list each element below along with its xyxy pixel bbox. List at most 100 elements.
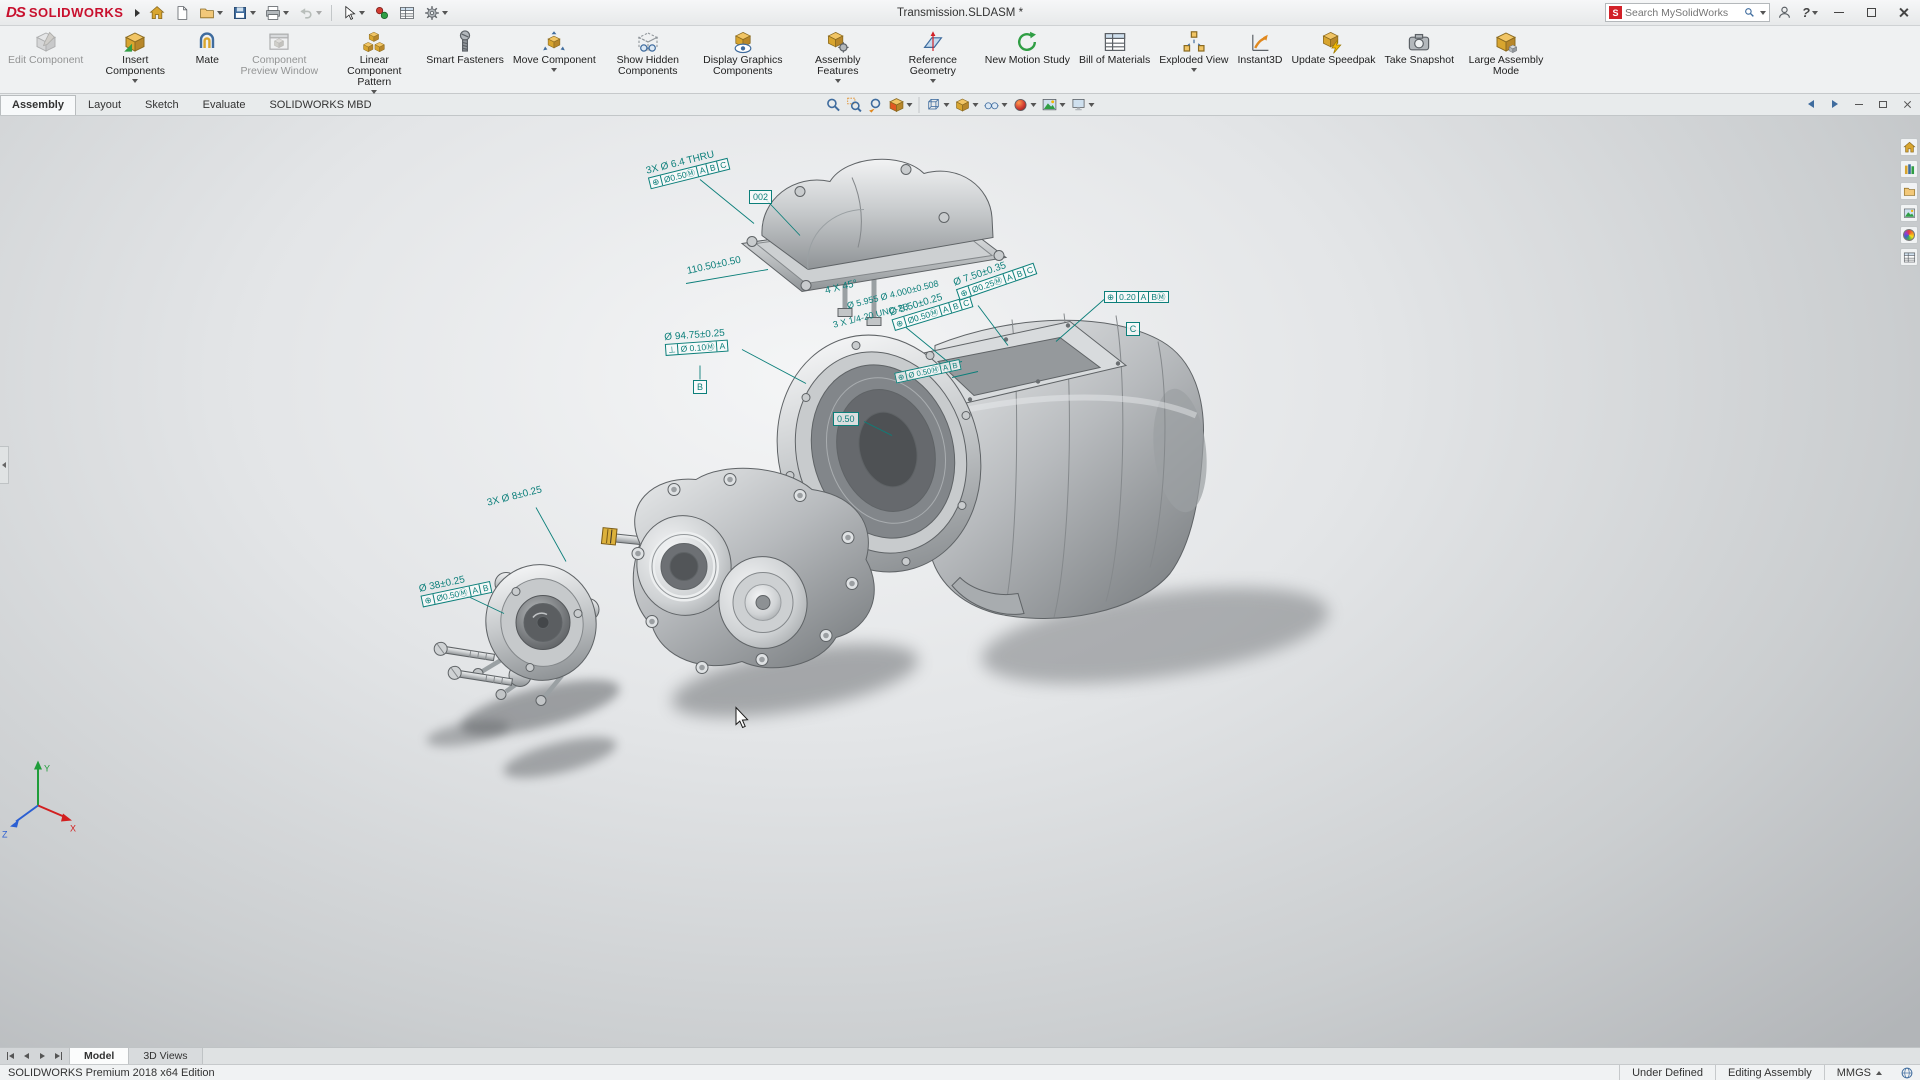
datum-b[interactable]: B (693, 380, 707, 394)
ribbon-smart-fasteners[interactable]: Smart Fasteners (422, 28, 508, 92)
options-dropdown-arrow-icon[interactable] (442, 11, 448, 15)
dropdown-arrow-icon[interactable] (551, 68, 557, 72)
help-button[interactable] (1798, 2, 1822, 24)
first-sheet-button[interactable] (3, 1050, 18, 1063)
doc-close-button[interactable] (1898, 96, 1916, 112)
graphics-viewport[interactable]: Y X Z 3X Ø 6.4 THRU ⊕Ø0.50ⓂABC 002 110.5… (0, 116, 1920, 1047)
close-button[interactable] (1888, 1, 1918, 24)
next-sheet-button[interactable] (35, 1050, 50, 1063)
ribbon-assembly-features[interactable]: Assembly Features (791, 28, 885, 92)
annotation-profile[interactable]: 0.50 (833, 412, 859, 426)
doc-restore-button[interactable] (1874, 96, 1892, 112)
tags-globe-icon[interactable] (1900, 1066, 1914, 1080)
hide-show-items-button[interactable] (982, 95, 1010, 115)
design-library-tab[interactable] (1900, 160, 1918, 178)
zoom-to-fit-button[interactable] (824, 95, 844, 115)
rebuild-button[interactable] (371, 3, 393, 23)
login-button[interactable] (1772, 2, 1796, 24)
dropdown-arrow-icon[interactable] (930, 79, 936, 83)
previous-window-button[interactable] (1802, 96, 1820, 112)
file-explorer-tab[interactable] (1900, 182, 1918, 200)
annotation-bore-9475[interactable]: Ø 94.75±0.25 ⊥Ø 0.10ⓂA (664, 328, 729, 356)
minimize-button[interactable] (1824, 1, 1854, 24)
view-settings-button[interactable] (1069, 95, 1097, 115)
tab-assembly[interactable]: Assembly (0, 95, 76, 115)
dropdown-arrow-icon[interactable] (1031, 103, 1037, 107)
ribbon-linear-component-pattern[interactable]: Linear Component Pattern (327, 28, 421, 92)
sheet-tab-3d-views[interactable]: 3D Views (129, 1048, 202, 1064)
next-window-button[interactable] (1826, 96, 1844, 112)
print-button[interactable] (262, 3, 292, 23)
undo-button[interactable] (295, 3, 325, 23)
search-icon[interactable] (1744, 7, 1755, 18)
ribbon-reference-geometry[interactable]: Reference Geometry (886, 28, 980, 92)
dropdown-arrow-icon[interactable] (1089, 103, 1095, 107)
sheet-tab-model[interactable]: Model (70, 1048, 129, 1064)
tab-layout[interactable]: Layout (76, 95, 133, 115)
apply-scene-button[interactable] (1040, 95, 1068, 115)
units-selector[interactable]: MMGS (1824, 1065, 1894, 1080)
dropdown-arrow-icon[interactable] (944, 103, 950, 107)
search-box[interactable]: S (1605, 3, 1770, 22)
view-orientation-button[interactable] (924, 95, 952, 115)
dropdown-arrow-icon[interactable] (1191, 68, 1197, 72)
feature-manager-collapse-handle[interactable] (0, 446, 9, 484)
dropdown-arrow-icon[interactable] (973, 103, 979, 107)
select-button[interactable] (338, 3, 368, 23)
tab-evaluate[interactable]: Evaluate (191, 95, 258, 115)
ribbon-display-graphics-components[interactable]: Display Graphics Components (696, 28, 790, 92)
last-sheet-button[interactable] (51, 1050, 66, 1063)
ribbon-move-component[interactable]: Move Component (509, 28, 600, 92)
dropdown-arrow-icon[interactable] (835, 79, 841, 83)
home-button[interactable] (146, 3, 168, 23)
open-dropdown-arrow-icon[interactable] (217, 11, 223, 15)
section-view-button[interactable] (887, 95, 915, 115)
annotation-tag-002[interactable]: 002 (749, 190, 772, 204)
ribbon-mate[interactable]: Mate (183, 28, 231, 92)
save-dropdown-arrow-icon[interactable] (250, 11, 256, 15)
editing-mode-status: Editing Assembly (1715, 1065, 1824, 1080)
dropdown-arrow-icon[interactable] (1060, 103, 1066, 107)
new-document-button[interactable] (171, 3, 193, 23)
tab-solidworks-mbd[interactable]: SOLIDWORKS MBD (257, 95, 383, 115)
previous-view-button[interactable] (866, 95, 886, 115)
custom-properties-tab[interactable] (1900, 248, 1918, 266)
ribbon-new-motion-study[interactable]: New Motion Study (981, 28, 1074, 92)
appearances-scenes-tab[interactable] (1900, 226, 1918, 244)
ribbon-take-snapshot[interactable]: Take Snapshot (1381, 28, 1458, 92)
previous-sheet-button[interactable] (19, 1050, 34, 1063)
ribbon-insert-components[interactable]: Insert Components (88, 28, 182, 92)
ribbon-instant3d[interactable]: Instant3D (1234, 28, 1287, 92)
search-dropdown-arrow-icon[interactable] (1760, 11, 1766, 15)
ribbon-component-preview-window[interactable]: Component Preview Window (232, 28, 326, 92)
datum-c[interactable]: C (1126, 322, 1140, 336)
dropdown-arrow-icon[interactable] (1002, 103, 1008, 107)
dropdown-arrow-icon[interactable] (132, 79, 138, 83)
annotation-runout[interactable]: ⊕0.20ABⓂ (1104, 290, 1169, 303)
open-button[interactable] (196, 3, 226, 23)
tab-sketch[interactable]: Sketch (133, 95, 191, 115)
part-front-cover[interactable] (628, 468, 875, 673)
edit-appearance-button[interactable] (1011, 95, 1039, 115)
design-table-button[interactable] (396, 3, 418, 23)
save-button[interactable] (229, 3, 259, 23)
solidworks-resources-tab[interactable] (1900, 138, 1918, 156)
view-palette-tab[interactable] (1900, 204, 1918, 222)
dropdown-arrow-icon[interactable] (907, 103, 913, 107)
ribbon-large-assembly-mode[interactable]: Large Assembly Mode (1459, 28, 1553, 92)
ribbon-show-hidden-components[interactable]: Show Hidden Components (601, 28, 695, 92)
maximize-button[interactable] (1856, 1, 1886, 24)
ribbon-update-speedpak[interactable]: Update Speedpak (1287, 28, 1379, 92)
print-dropdown-arrow-icon[interactable] (283, 11, 289, 15)
doc-minimize-button[interactable] (1850, 96, 1868, 112)
menu-flyout-arrow-icon[interactable] (135, 9, 140, 17)
select-dropdown-arrow-icon[interactable] (359, 11, 365, 15)
options-button[interactable] (421, 3, 451, 23)
zoom-to-area-button[interactable] (845, 95, 865, 115)
ribbon-edit-component[interactable]: Edit Component (4, 28, 87, 92)
search-input[interactable] (1625, 7, 1741, 19)
ribbon-exploded-view[interactable]: Exploded View (1155, 28, 1232, 92)
help-dropdown-arrow-icon[interactable] (1812, 11, 1818, 15)
display-style-button[interactable] (953, 95, 981, 115)
ribbon-bill-of-materials[interactable]: Bill of Materials (1075, 28, 1154, 92)
